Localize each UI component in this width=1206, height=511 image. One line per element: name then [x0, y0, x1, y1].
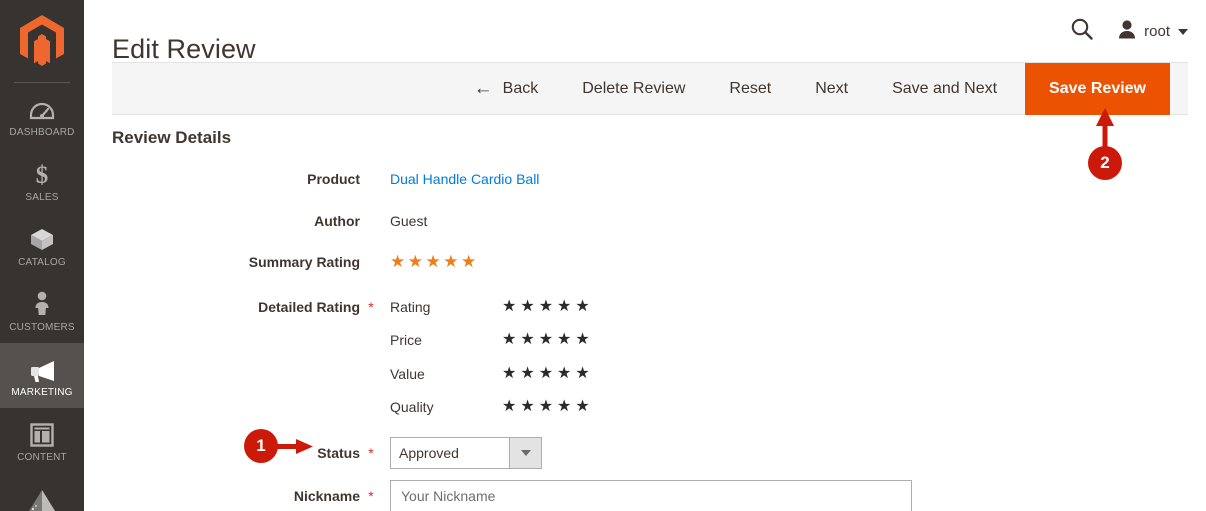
magento-logo-icon[interactable] [0, 0, 84, 82]
required-marker: * [368, 488, 374, 504]
nickname-field-wrap [390, 480, 912, 511]
product-value: Dual Handle Cardio Ball [390, 170, 539, 188]
page-title: Edit Review [112, 34, 256, 65]
form-row-detailed-price: * Price ★★★★★ [112, 331, 1112, 349]
annotation-badge-1: 1 [244, 429, 278, 463]
form-row-detailed-quality: * Quality ★★★★★ [112, 398, 1112, 416]
summary-rating-stars: ★★★★★ [390, 252, 479, 271]
detailed-rating-name: Quality [390, 399, 434, 415]
detailed-rating-name: Rating [390, 299, 431, 315]
nickname-input[interactable] [390, 480, 912, 511]
status-label: Status [317, 445, 360, 461]
detailed-rating-name: Price [390, 332, 422, 348]
form-row-author: Author * Guest [112, 212, 1112, 230]
sidebar-item-dashboard[interactable]: DASHBOARD [0, 83, 84, 148]
sidebar-item-catalog[interactable]: CATALOG [0, 213, 84, 278]
form-row-nickname: Nickname * [112, 480, 1112, 511]
sidebar-item-plumrocket[interactable]: PLUMROCKET [0, 473, 84, 511]
user-avatar-icon [1117, 19, 1137, 45]
detailed-rating-stars[interactable]: ★★★★★ [502, 298, 594, 316]
status-select[interactable]: Approved [390, 437, 542, 469]
search-icon[interactable] [1069, 16, 1095, 47]
sidebar-item-label: CONTENT [17, 452, 67, 463]
annotation-arrow-1 [274, 439, 313, 454]
next-button[interactable]: Next [793, 63, 870, 114]
save-and-next-button[interactable]: Save and Next [870, 63, 1019, 114]
detailed-rating-row: Value ★★★★★ [390, 365, 594, 383]
layout-icon [27, 421, 57, 447]
gauge-icon [27, 96, 57, 122]
sidebar-item-label: MARKETING [11, 387, 73, 398]
detailed-rating-stars[interactable]: ★★★★★ [502, 331, 594, 349]
arrow-left-icon: ← [473, 78, 493, 99]
svg-text:$: $ [36, 162, 49, 187]
detailed-rating-label: Detailed Rating [258, 299, 360, 315]
sidebar-item-label: CATALOG [18, 257, 66, 268]
detailed-rating-name: Value [390, 366, 425, 382]
sidebar-item-marketing[interactable]: MARKETING [0, 343, 84, 408]
megaphone-icon [27, 356, 57, 382]
sidebar-item-customers[interactable]: CUSTOMERS [0, 278, 84, 343]
form-row-detailed-value: * Value ★★★★★ [112, 365, 1112, 383]
main-sidebar: DASHBOARD $ SALES CATALOG CUSTOMERS MARK… [0, 0, 84, 511]
status-select-value: Approved [399, 445, 459, 461]
user-menu[interactable]: root [1117, 19, 1188, 45]
form-row-product: Product * Dual Handle Cardio Ball [112, 170, 1112, 188]
detailed-rating-row: Quality ★★★★★ [390, 398, 594, 416]
annotation-badge-2: 2 [1088, 146, 1122, 180]
author-label: Author [314, 213, 360, 229]
required-marker: * [368, 299, 374, 315]
person-icon [27, 291, 57, 317]
detailed-rating-stars[interactable]: ★★★★★ [502, 365, 594, 383]
delete-review-button[interactable]: Delete Review [560, 63, 707, 114]
header-tools: root [1069, 16, 1188, 47]
chevron-down-icon [1178, 28, 1188, 35]
sidebar-item-content[interactable]: CONTENT [0, 408, 84, 473]
summary-rating-label: Summary Rating [248, 254, 360, 270]
detailed-rating-row: Rating ★★★★★ [390, 298, 594, 316]
sidebar-item-sales[interactable]: $ SALES [0, 148, 84, 213]
product-label: Product [307, 171, 360, 187]
sidebar-item-label: DASHBOARD [9, 127, 75, 138]
action-toolbar: ← Back Delete Review Reset Next Save and… [112, 62, 1188, 115]
user-name: root [1144, 23, 1170, 40]
dollar-icon: $ [27, 161, 57, 187]
sidebar-item-label: SALES [25, 192, 59, 203]
form-row-summary-rating: Summary Rating * ★★★★★ [112, 253, 1112, 271]
back-button-label: Back [502, 79, 539, 97]
box-icon [27, 226, 57, 252]
nickname-label: Nickname [293, 488, 360, 504]
chevron-down-icon[interactable] [509, 438, 541, 468]
detailed-rating-stars[interactable]: ★★★★★ [502, 398, 594, 416]
admin-page: DASHBOARD $ SALES CATALOG CUSTOMERS MARK… [0, 0, 1206, 511]
sidebar-item-label: CUSTOMERS [9, 322, 75, 333]
pyramid-icon [27, 486, 57, 511]
section-title: Review Details [112, 128, 232, 147]
status-field: Approved [390, 437, 542, 469]
product-link[interactable]: Dual Handle Cardio Ball [390, 171, 539, 187]
save-review-button[interactable]: Save Review [1025, 62, 1170, 115]
back-button[interactable]: ← Back [452, 63, 561, 114]
form-row-detailed-rating: Detailed Rating * Rating ★★★★★ [112, 298, 1112, 316]
required-marker: * [368, 445, 374, 461]
detailed-rating-row: Price ★★★★★ [390, 331, 594, 349]
author-value: Guest [390, 213, 428, 229]
reset-button[interactable]: Reset [707, 63, 793, 114]
